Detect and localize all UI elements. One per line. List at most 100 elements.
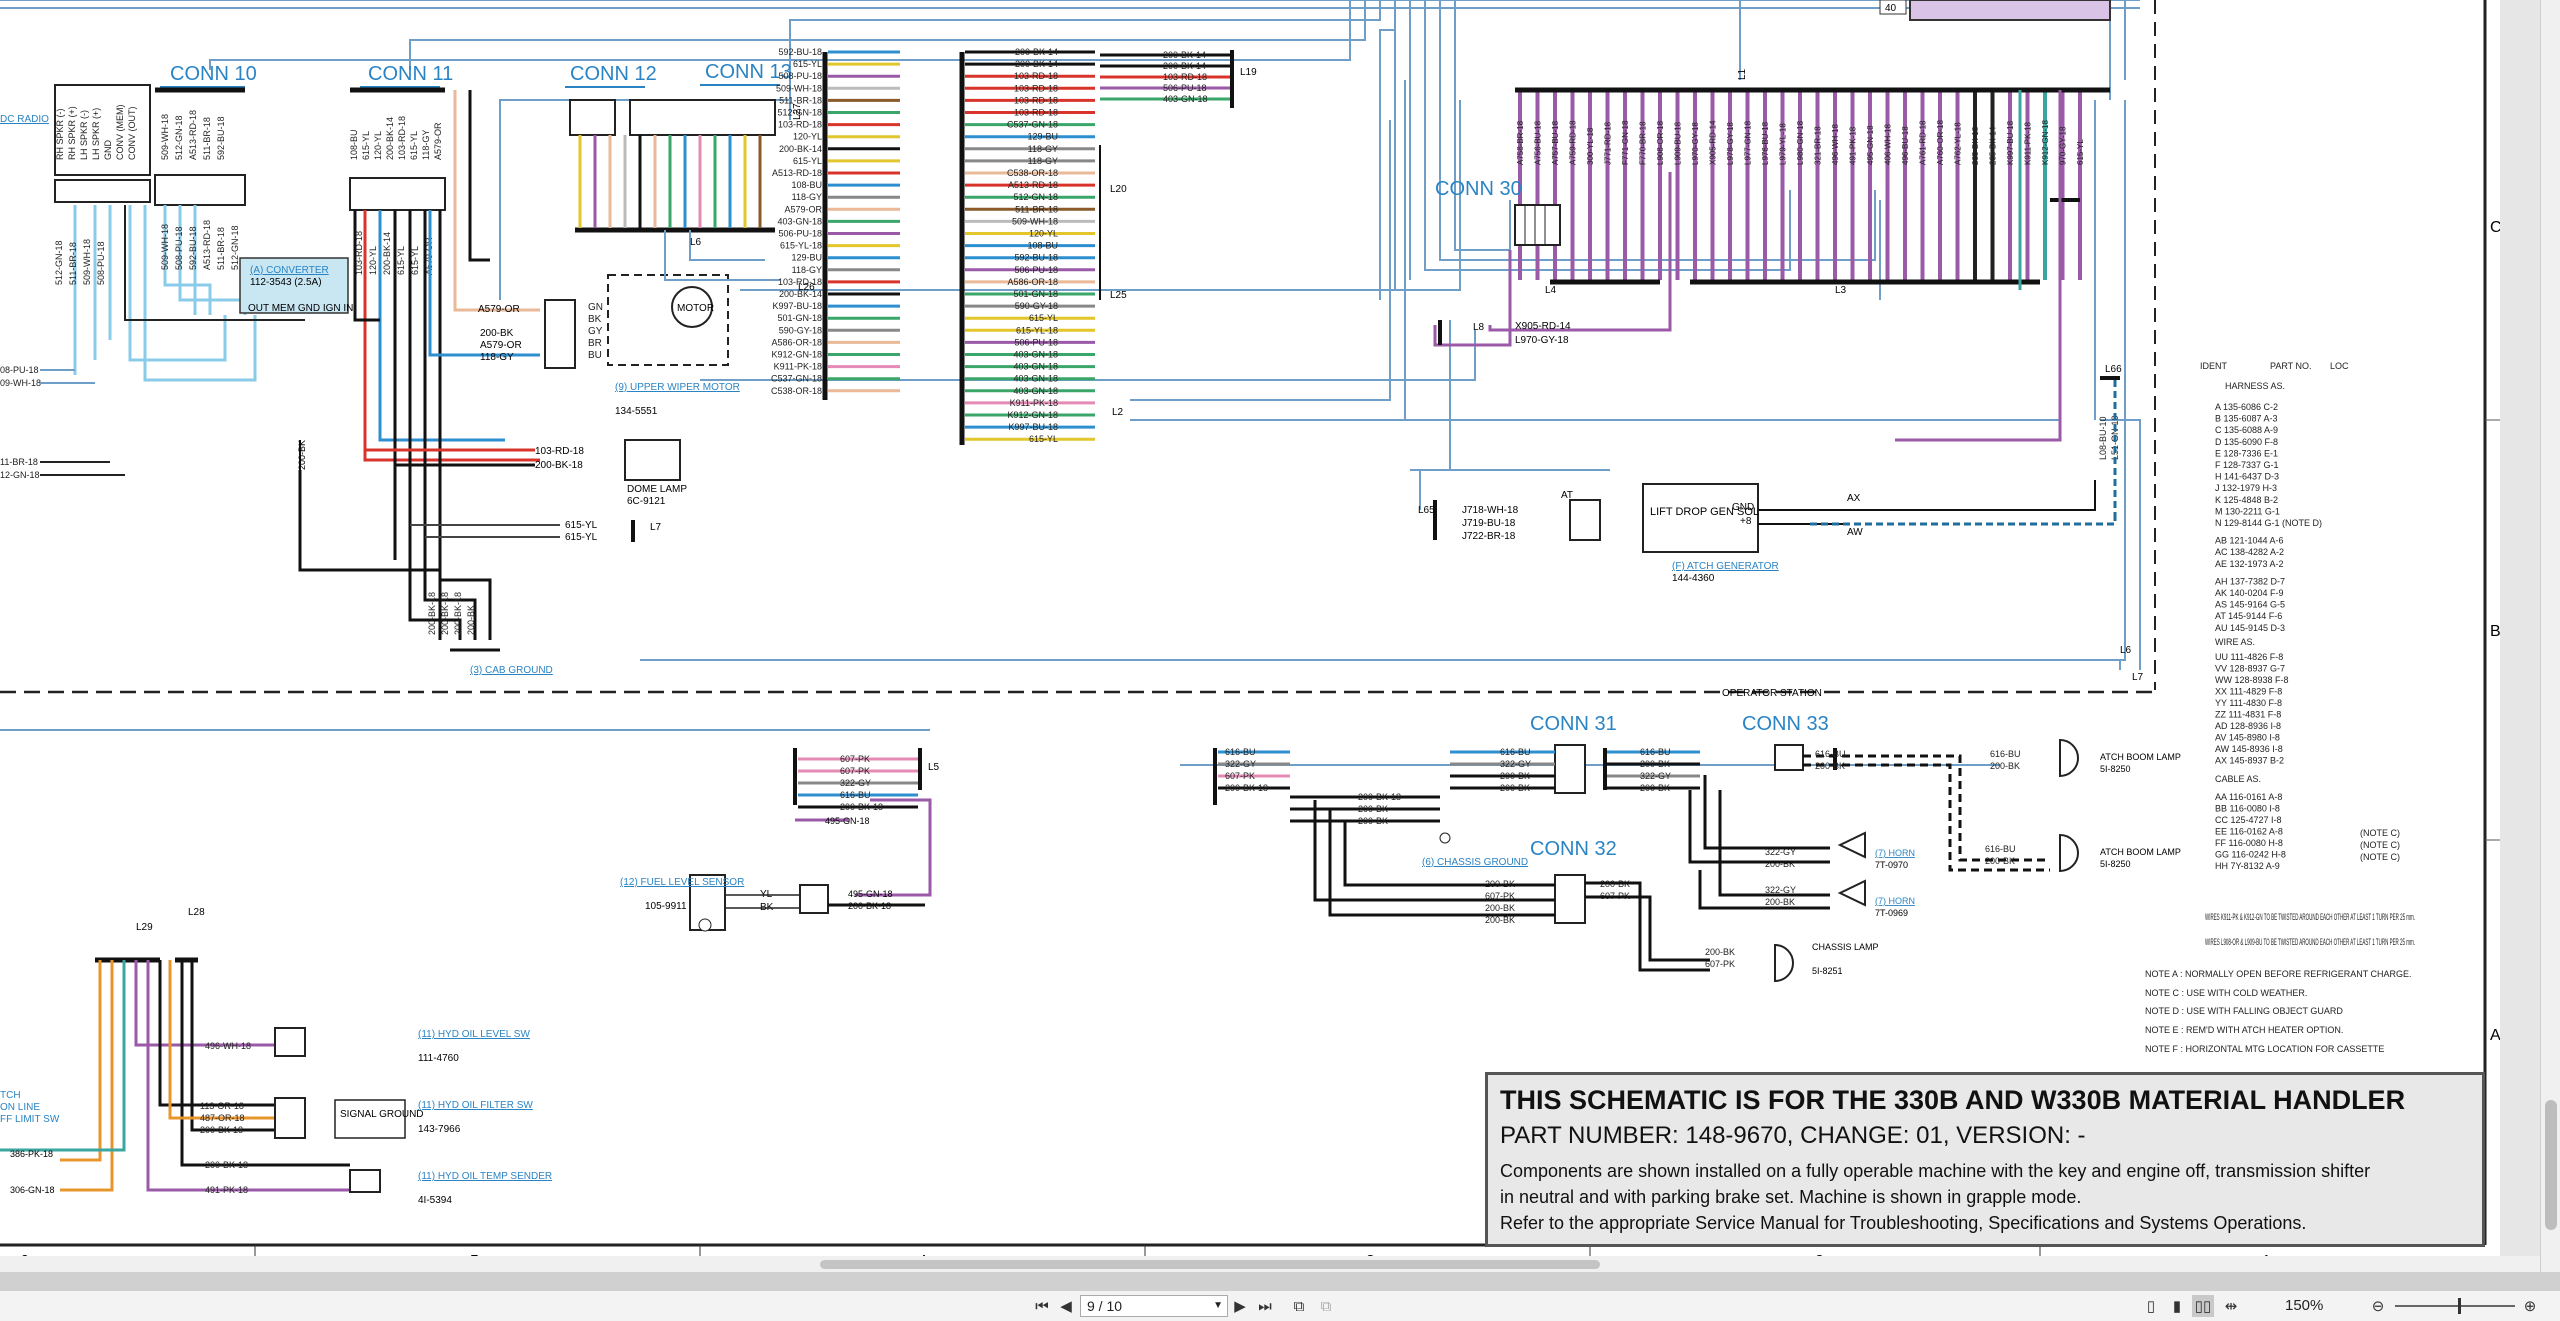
conn10-wire-label: 512-GN-18 xyxy=(174,115,184,160)
chassis-ground-label: (6) CHASSIS GROUND xyxy=(1422,857,1528,868)
horn2-label: (7) HORN xyxy=(1875,896,1915,906)
zoom-in-icon[interactable]: ⊕ xyxy=(2520,1295,2540,1317)
harness-row: AC 138-4282 A-2 xyxy=(2215,547,2284,557)
conn11-bottom-label: 615-YL xyxy=(396,246,406,275)
wire-label: 509-WH-18 xyxy=(776,83,822,93)
fit-width-icon[interactable]: ⇹ xyxy=(2220,1295,2242,1317)
aw-label: AW xyxy=(1847,527,1863,538)
dome-label: DOME LAMP xyxy=(627,484,687,495)
zone-a: A xyxy=(2490,1027,2500,1044)
l6b-label: L6 xyxy=(2120,645,2132,656)
wire-label: 616-BU xyxy=(1225,747,1256,757)
page-number-select[interactable]: 9 / 10 ▼ xyxy=(1080,1295,1228,1317)
wire-label: 200-BK-18 xyxy=(840,802,883,812)
harness-row: D 135-6090 F-8 xyxy=(2215,437,2278,447)
x905-label: X905-RD-14 xyxy=(1515,321,1571,332)
next-page-icon[interactable]: ▶ xyxy=(1230,1295,1250,1317)
conn10-pin-label: CONV (OUT) xyxy=(127,107,137,161)
gn495-label: 495-GN-18 xyxy=(825,816,870,826)
boom-wire-label: 616-BU xyxy=(1985,844,2016,854)
cable-row: AA 116-0161 A-8 xyxy=(2215,792,2282,802)
vertical-scroll-thumb[interactable] xyxy=(2545,1100,2557,1230)
wire-title: WIRE AS. xyxy=(2215,637,2255,647)
wire-label: 103-RD-18 xyxy=(1014,108,1058,118)
two-page-icon[interactable]: ▯▯ xyxy=(2192,1295,2214,1317)
zoom-slider[interactable] xyxy=(2395,1305,2515,1307)
wire-label: 506-PU-18 xyxy=(1014,337,1058,347)
conn33-wire-label: 200-BK xyxy=(1815,761,1845,771)
gy118-label: 118-GY xyxy=(480,352,514,363)
previous-page-icon[interactable]: ◀ xyxy=(1056,1295,1076,1317)
conn30-wire-label: A762-YL-18 xyxy=(1954,122,1963,165)
harness-row: AE 132-1973 A-2 xyxy=(2215,559,2284,569)
conn30-wire-label: 235-BK-18 xyxy=(1971,126,1980,165)
conn30-wire-label: 491-PK-18 xyxy=(1849,126,1858,165)
wiper-pin-label: GY xyxy=(588,326,603,337)
harness-part-header: PART NO. xyxy=(2270,361,2312,371)
harness-row: AK 140-0204 F-9 xyxy=(2215,588,2284,598)
boom-lamp1-label: ATCH BOOM LAMP xyxy=(2100,752,2181,762)
zoom-out-icon[interactable]: ⊖ xyxy=(2368,1295,2388,1317)
conn30-wire-label: L970-GY-18 xyxy=(1691,122,1700,165)
vertical-scrollbar[interactable] xyxy=(2540,0,2560,1272)
wire-label: A586-OR-18 xyxy=(1007,277,1058,287)
schematic-title: THIS SCHEMATIC IS FOR THE 330B AND W330B… xyxy=(1500,1085,2406,1115)
wire-label: 322-GY xyxy=(1500,759,1531,769)
wire-label: K997-BU-18 xyxy=(1008,422,1058,432)
wire-label: 592-BU-18 xyxy=(1014,253,1058,263)
hyd-wire-label: 496-WH-18 xyxy=(205,1041,251,1051)
conn11-bottom-label: 200-BK-14 xyxy=(382,232,392,275)
first-page-icon[interactable]: ⏮ xyxy=(1032,1295,1052,1317)
wire-label: 118-GY xyxy=(792,265,822,275)
conn32-left-label: 200-BK xyxy=(1485,903,1515,913)
conn30-labels: A758-BR-18 A756-BU-18 A757-BU-18 A759-RD-18… xyxy=(1516,120,2085,165)
conn10-bottom-label: A513-RD-18 xyxy=(202,220,212,270)
lamp-wire-label: 200-BK xyxy=(1705,947,1735,957)
at-label: AT xyxy=(1561,490,1573,501)
page-view-icon[interactable]: ⧉ xyxy=(1288,1295,1310,1317)
conn12-label: CONN 12 xyxy=(570,63,657,85)
boom-wire-label: 200-BK xyxy=(1985,856,2015,866)
harness-row: J 132-1979 H-3 xyxy=(2215,483,2277,493)
conn11-wire-label: 108-BU xyxy=(349,129,359,160)
harness-loc-header: LOC xyxy=(2330,361,2349,371)
fuel-sensor-label: (12) FUEL LEVEL SENSOR xyxy=(620,877,744,888)
harness-row: AU 145-9145 D-3 xyxy=(2215,623,2285,633)
wire-label: 322-GY xyxy=(1640,771,1671,781)
wire-label: 616-BU xyxy=(840,790,871,800)
hyd-oil-level-pn: 111-4760 xyxy=(418,1053,459,1064)
conn10-bottom-label: 509-WH-18 xyxy=(82,239,92,285)
wire-label: 200-BK-14 xyxy=(1015,47,1058,57)
conn11-wire-label: 120-YL xyxy=(373,131,383,160)
single-page-icon[interactable]: ▯ xyxy=(2140,1295,2162,1317)
hyd-wire-label: 487-OR-18 xyxy=(200,1113,245,1123)
wire-label: A579-OR xyxy=(784,204,822,214)
zoom-slider-knob[interactable] xyxy=(2458,1298,2461,1314)
conn10-bottom-label: 512-GN-18 xyxy=(230,225,240,270)
harness-row: AS 145-9164 G-5 xyxy=(2215,600,2285,610)
conn32-label: CONN 32 xyxy=(1530,838,1617,860)
page-view-alt-icon[interactable]: ⧉ xyxy=(1315,1295,1337,1317)
conn30-wire-label: K912-GN-18 xyxy=(2041,120,2050,165)
conn10-bottom-label: 509-WH-18 xyxy=(160,224,170,270)
wire-label: A513-RD-18 xyxy=(772,168,822,178)
operator-station-label: OPERATOR STATION xyxy=(1722,688,1822,699)
wire-label: 403-GN-18 xyxy=(1013,362,1058,372)
hyd-oil-temp-label: (11) HYD OIL TEMP SENDER xyxy=(418,1171,552,1182)
conn11-label: CONN 11 xyxy=(368,63,453,85)
wire-label: C537-GN-18 xyxy=(771,374,822,384)
wire-label: 508-PU-18 xyxy=(778,71,822,81)
horizontal-scrollbar[interactable] xyxy=(0,1256,2540,1272)
wire-label: 200-BK-18 xyxy=(1225,783,1268,793)
cab-ground-label: (3) CAB GROUND xyxy=(470,665,553,676)
continuous-page-icon[interactable]: ▮ xyxy=(2166,1295,2188,1317)
horizontal-scroll-thumb[interactable] xyxy=(820,1260,1600,1269)
wire-label: 403-GN-18 xyxy=(1013,350,1058,360)
bk200-label: 200-BK-18 xyxy=(535,460,583,471)
wire-label: 607-PK xyxy=(840,754,870,764)
wire-label: 590-GY-18 xyxy=(1015,301,1058,311)
description-line-3: Refer to the appropriate Service Manual … xyxy=(1500,1213,2307,1233)
j722-label: J722-BR-18 xyxy=(1462,531,1516,542)
harness-row: B 135-6087 A-3 xyxy=(2215,414,2278,424)
last-page-icon[interactable]: ⏭ xyxy=(1255,1295,1275,1317)
